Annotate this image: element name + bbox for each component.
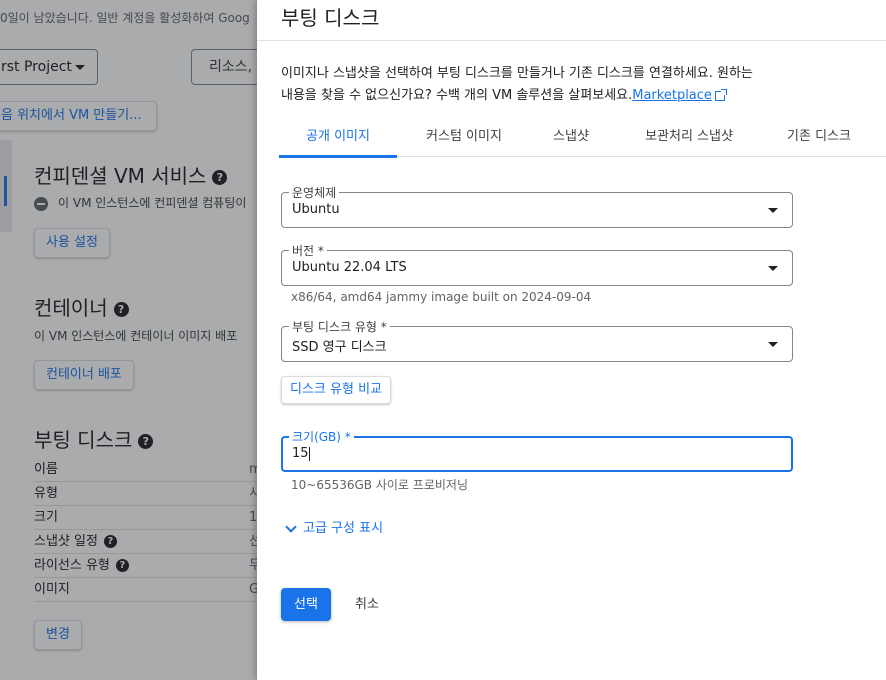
version-hint: x86/64, amd64 jammy image built on 2024-… (291, 290, 592, 304)
marketplace-link[interactable]: Marketplace (632, 88, 712, 103)
version-value: Ubuntu 22.04 LTS (292, 260, 407, 275)
os-select[interactable]: 운영체제 Ubuntu (281, 184, 793, 228)
disk-type-label: 부팅 디스크 유형 * (289, 318, 390, 335)
advanced-config-label: 고급 구성 표시 (303, 521, 384, 536)
marketplace-link-label: Marketplace (632, 88, 712, 103)
text-cursor (308, 446, 310, 461)
tab-custom-images[interactable]: 커스텀 이미지 (405, 119, 523, 157)
external-link-icon (714, 88, 727, 101)
dropdown-arrow-icon (768, 208, 778, 213)
select-button[interactable]: 선택 (281, 588, 331, 621)
disk-size-label: 크기(GB) * (289, 428, 354, 445)
advanced-config-toggle[interactable]: 고급 구성 표시 (283, 517, 383, 536)
image-source-tabs: 공개 이미지 커스텀 이미지 스냅샷 보관처리 스냅샷 기존 디스크 (279, 119, 886, 158)
tab-archive-snapshots[interactable]: 보관처리 스냅샷 (624, 119, 754, 157)
tab-snapshots[interactable]: 스냅샷 (531, 119, 611, 157)
os-value: Ubuntu (292, 202, 340, 217)
disk-size-input[interactable]: 크기(GB) * 15 (281, 428, 793, 472)
chevron-down-icon (285, 521, 297, 533)
cancel-button[interactable]: 취소 (347, 588, 387, 621)
tab-public-images[interactable]: 공개 이미지 (279, 119, 397, 158)
intro-line-2-text: 내용을 찾을 수 없으신가요? 수백 개의 VM 솔루션을 살펴보세요. (281, 88, 633, 103)
panel-title: 부팅 디스크 (281, 6, 380, 30)
disk-size-value-wrap: 15 (292, 446, 310, 461)
version-label: 버전 * (289, 242, 327, 259)
version-select[interactable]: 버전 * Ubuntu 22.04 LTS (281, 242, 793, 286)
disk-type-select[interactable]: 부팅 디스크 유형 * SSD 영구 디스크 (281, 318, 793, 362)
tab-existing-disks[interactable]: 기존 디스크 (764, 119, 874, 157)
dropdown-arrow-icon (768, 266, 778, 271)
disk-type-value: SSD 영구 디스크 (292, 340, 387, 355)
dropdown-arrow-icon (768, 342, 778, 347)
disk-size-hint: 10~65536GB 사이로 프로비저닝 (291, 478, 468, 492)
divider (257, 40, 886, 41)
boot-disk-panel: 부팅 디스크 이미지나 스냅샷을 선택하여 부팅 디스크를 만들거나 기존 디스… (257, 0, 886, 680)
compare-disk-types-button[interactable]: 디스크 유형 비교 (281, 376, 391, 404)
os-label: 운영체제 (289, 184, 340, 201)
disk-size-value: 15 (292, 446, 309, 461)
intro-line-2: 내용을 찾을 수 없으신가요? 수백 개의 VM 솔루션을 살펴보세요.Mark… (281, 85, 801, 107)
intro-line-1: 이미지나 스냅샷을 선택하여 부팅 디스크를 만들거나 기존 디스크를 연결하세… (281, 66, 753, 81)
panel-intro: 이미지나 스냅샷을 선택하여 부팅 디스크를 만들거나 기존 디스크를 연결하세… (281, 63, 801, 107)
